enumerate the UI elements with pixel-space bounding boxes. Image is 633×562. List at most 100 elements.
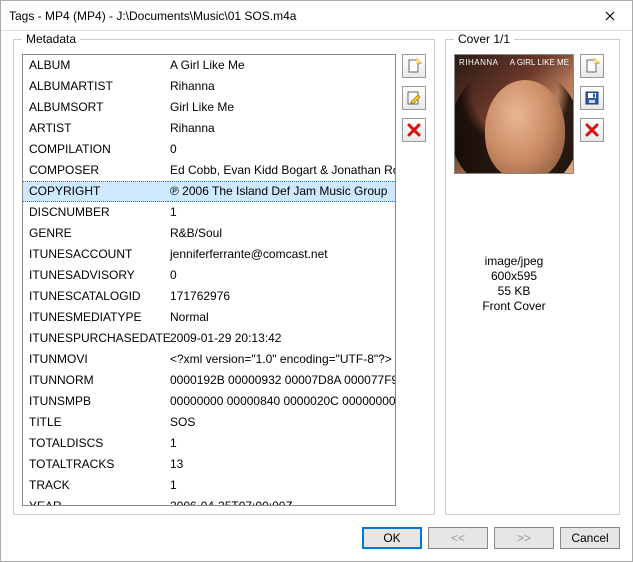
metadata-row[interactable]: ALBUMA Girl Like Me [23, 55, 396, 76]
ok-button[interactable]: OK [362, 527, 422, 549]
metadata-key: DISCNUMBER [23, 202, 168, 223]
metadata-value: 0 [168, 265, 396, 286]
metadata-value: 2009-01-29 20:13:42 [168, 328, 396, 349]
metadata-group: Metadata ALBUMA Girl Like MeALBUMARTISTR… [13, 39, 435, 515]
add-tag-button[interactable] [402, 54, 426, 78]
metadata-value: 2006-04-25T07:00:00Z [168, 496, 396, 506]
metadata-row[interactable]: COMPILATION0 [23, 139, 396, 160]
metadata-key: ITUNESMEDIATYPE [23, 307, 168, 328]
metadata-row[interactable]: ITUNESACCOUNTjenniferferrante@comcast.ne… [23, 244, 396, 265]
delete-icon [585, 123, 599, 137]
metadata-key: COMPILATION [23, 139, 168, 160]
metadata-row[interactable]: ITUNSMPB 00000000 00000840 0000020C 0000… [23, 391, 396, 412]
metadata-key: ITUNSMPB [23, 391, 168, 412]
cover-side-buttons [580, 54, 604, 314]
metadata-key: ITUNESPURCHASEDATE [23, 328, 168, 349]
metadata-key: ITUNNORM [23, 370, 168, 391]
metadata-row[interactable]: ITUNESPURCHASEDATE2009-01-29 20:13:42 [23, 328, 396, 349]
save-cover-button[interactable] [580, 86, 604, 110]
metadata-group-label: Metadata [22, 32, 80, 46]
metadata-row[interactable]: TOTALTRACKS13 [23, 454, 396, 475]
metadata-key: ALBUM [23, 55, 168, 76]
metadata-value: Rihanna [168, 76, 396, 97]
cancel-button[interactable]: Cancel [560, 527, 620, 549]
metadata-value: Normal [168, 307, 396, 328]
add-cover-button[interactable] [580, 54, 604, 78]
metadata-row[interactable]: ITUNESMEDIATYPENormal [23, 307, 396, 328]
metadata-value: 171762976 [168, 286, 396, 307]
metadata-key: TITLE [23, 412, 168, 433]
metadata-key: YEAR [23, 496, 168, 506]
metadata-key: ALBUMARTIST [23, 76, 168, 97]
cover-mime: image/jpeg [454, 254, 574, 269]
cover-size: 55 KB [454, 284, 574, 299]
metadata-value: A Girl Like Me [168, 55, 396, 76]
metadata-key: TOTALTRACKS [23, 454, 168, 475]
cover-group: Cover 1/1 RIHANNA A GIRL LIKE ME image/j… [445, 39, 620, 515]
metadata-key: ITUNESCATALOGID [23, 286, 168, 307]
new-icon [406, 58, 422, 74]
metadata-key: ARTIST [23, 118, 168, 139]
cover-artist-overlay: RIHANNA [459, 58, 499, 67]
metadata-row[interactable]: ITUNMOVI<?xml version="1.0" encoding="UT… [23, 349, 396, 370]
cover-album-overlay: A GIRL LIKE ME [510, 58, 569, 67]
metadata-value: 1 [168, 433, 396, 454]
cover-dimensions: 600x595 [454, 269, 574, 284]
metadata-value: 1 [168, 202, 396, 223]
metadata-key: COMPOSER [23, 160, 168, 181]
metadata-row[interactable]: DISCNUMBER1 [23, 202, 396, 223]
metadata-key: GENRE [23, 223, 168, 244]
metadata-key: ITUNESADVISORY [23, 265, 168, 286]
metadata-row[interactable]: ITUNESCATALOGID171762976 [23, 286, 396, 307]
metadata-row[interactable]: COMPOSEREd Cobb, Evan Kidd Bogart & Jona… [23, 160, 396, 181]
metadata-key: ITUNESACCOUNT [23, 244, 168, 265]
metadata-row[interactable]: ITUNESADVISORY0 [23, 265, 396, 286]
metadata-value: Girl Like Me [168, 97, 396, 118]
metadata-value: <?xml version="1.0" encoding="UTF-8"?> [168, 349, 396, 370]
metadata-row[interactable]: COPYRIGHT℗ 2006 The Island Def Jam Music… [23, 181, 396, 202]
metadata-key: ITUNMOVI [23, 349, 168, 370]
titlebar: Tags - MP4 (MP4) - J:\Documents\Music\01… [1, 1, 632, 31]
metadata-value: ℗ 2006 The Island Def Jam Music Group [168, 181, 396, 202]
cover-group-label: Cover 1/1 [454, 32, 514, 46]
metadata-value: 00000000 00000840 0000020C 000000000 [168, 391, 396, 412]
metadata-key: COPYRIGHT [23, 181, 168, 202]
metadata-value: 13 [168, 454, 396, 475]
metadata-value: 1 [168, 475, 396, 496]
metadata-row[interactable]: TOTALDISCS1 [23, 433, 396, 454]
metadata-value: 0000192B 00000932 00007D8A 000077F9 0 [168, 370, 396, 391]
metadata-list[interactable]: ALBUMA Girl Like MeALBUMARTISTRihannaALB… [22, 54, 396, 506]
window-title: Tags - MP4 (MP4) - J:\Documents\Music\01… [9, 9, 587, 23]
metadata-key: TRACK [23, 475, 168, 496]
cover-info: image/jpeg 600x595 55 KB Front Cover [454, 254, 574, 314]
next-button[interactable]: >> [494, 527, 554, 549]
metadata-value: jenniferferrante@comcast.net [168, 244, 396, 265]
metadata-row[interactable]: TITLESOS [23, 412, 396, 433]
edit-tag-button[interactable] [402, 86, 426, 110]
close-button[interactable] [587, 1, 632, 30]
edit-icon [406, 90, 422, 106]
metadata-row[interactable]: TRACK1 [23, 475, 396, 496]
metadata-key: ALBUMSORT [23, 97, 168, 118]
prev-button[interactable]: << [428, 527, 488, 549]
cover-image[interactable]: RIHANNA A GIRL LIKE ME [454, 54, 574, 174]
delete-cover-button[interactable] [580, 118, 604, 142]
metadata-value: Rihanna [168, 118, 396, 139]
metadata-value: SOS [168, 412, 396, 433]
metadata-row[interactable]: ALBUMARTISTRihanna [23, 76, 396, 97]
metadata-value: Ed Cobb, Evan Kidd Bogart & Jonathan Ro [168, 160, 396, 181]
delete-tag-button[interactable] [402, 118, 426, 142]
metadata-row[interactable]: ARTISTRihanna [23, 118, 396, 139]
metadata-row[interactable]: YEAR2006-04-25T07:00:00Z [23, 496, 396, 506]
metadata-value: R&B/Soul [168, 223, 396, 244]
metadata-row[interactable]: ITUNNORM 0000192B 00000932 00007D8A 0000… [23, 370, 396, 391]
dialog-window: Tags - MP4 (MP4) - J:\Documents\Music\01… [0, 0, 633, 562]
save-icon [584, 90, 600, 106]
metadata-row[interactable]: ALBUMSORTGirl Like Me [23, 97, 396, 118]
close-icon [605, 11, 615, 21]
new-icon [584, 58, 600, 74]
content-area: Metadata ALBUMA Girl Like MeALBUMARTISTR… [1, 31, 632, 519]
metadata-row[interactable]: GENRER&B/Soul [23, 223, 396, 244]
delete-icon [407, 123, 421, 137]
metadata-side-buttons [402, 54, 426, 506]
